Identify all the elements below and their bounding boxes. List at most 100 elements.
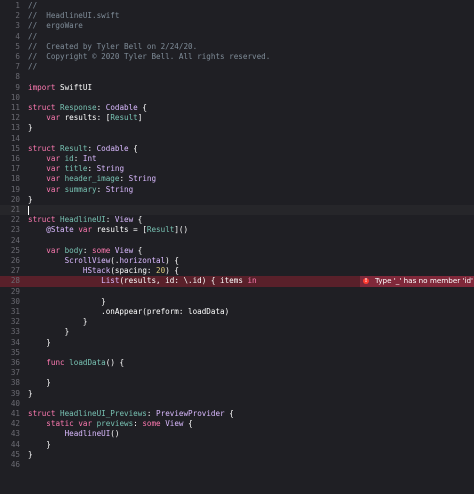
code-line[interactable]: 12 var results: [Result] [0, 113, 474, 123]
code-line[interactable]: 33 } [0, 327, 474, 337]
code-line[interactable]: 11 struct Response: Codable { [0, 103, 474, 113]
code-line[interactable]: 1 // [0, 1, 474, 11]
code-line[interactable]: 26 ScrollView(.horizontal) { [0, 256, 474, 266]
code-line[interactable]: 10 [0, 93, 474, 103]
line-number: 14 [10, 133, 20, 143]
code-text: HeadlineUI() [28, 429, 120, 439]
code-token: horizontal [119, 256, 166, 265]
code-token: String [96, 164, 125, 174]
line-number: 17 [10, 164, 20, 174]
code-line[interactable]: 7 // [0, 62, 474, 72]
code-token: HeadlineUI_Previews [60, 409, 147, 418]
code-line[interactable]: 39} [0, 389, 474, 399]
code-token: HStack [82, 266, 111, 276]
code-token: func [46, 358, 65, 367]
code-line[interactable]: 32 } [0, 317, 474, 327]
code-line[interactable]: 21 [0, 205, 474, 215]
code-token: summary [64, 184, 97, 194]
line-number: 22 [10, 215, 20, 225]
code-line[interactable]: 40 [0, 399, 474, 409]
code-line[interactable]: 20} [0, 195, 474, 205]
code-editor[interactable]: 1 // 2 // HeadlineUI.swift 3 // ergoWare 4 // 5 /… [0, 0, 474, 494]
code-line[interactable]: 28 List(results, id: \.id) { items in! Ty… [0, 276, 474, 287]
code-line[interactable]: 31 .onAppear(preform: loadData) [0, 307, 474, 317]
code-token: var [78, 225, 93, 235]
code-token: HeadlineUI [64, 429, 111, 439]
code-text: } [28, 440, 51, 450]
code-line[interactable]: 2 // HeadlineUI.swift [0, 11, 474, 21]
code-line[interactable]: 24 [0, 236, 474, 246]
code-line[interactable]: 5 // Created by Tyler Bell on 2/24/20. [0, 42, 474, 52]
code-token: results = [ [92, 225, 147, 235]
code-line[interactable]: 25 var body: some View { [0, 246, 474, 256]
code-line[interactable]: 44 } [0, 440, 474, 450]
line-number: 4 [15, 31, 20, 41]
code-line[interactable]: 29 [0, 287, 474, 297]
code-token: () { [105, 358, 125, 367]
line-number: 37 [10, 368, 20, 378]
line-number: 29 [10, 286, 20, 296]
code-line[interactable]: 45} [0, 450, 474, 460]
code-text: static var previews: some View { [28, 419, 192, 429]
code-line[interactable]: 17 var title: String [0, 164, 474, 174]
code-text: } [28, 378, 51, 388]
error-circle-icon: ! [363, 277, 369, 284]
code-line[interactable]: 43 HeadlineUI() [0, 429, 474, 439]
line-number: 24 [10, 235, 20, 245]
code-line[interactable]: 37 [0, 368, 474, 378]
code-line[interactable]: 16 var id: Int [0, 154, 474, 164]
code-line[interactable]: 27 HStack(spacing: 20) { [0, 266, 474, 276]
code-token: (results, id: \.id) { items [119, 276, 248, 286]
code-line[interactable]: 35 [0, 348, 474, 358]
code-token: struct [28, 143, 56, 153]
code-line[interactable]: 38 } [0, 378, 474, 388]
code-token: { [133, 245, 143, 255]
line-number: 11 [10, 103, 20, 112]
code-token: loadData [69, 358, 106, 367]
code-line[interactable]: 15 struct Result: Codable { [0, 144, 474, 154]
code-line[interactable]: 4 // [0, 32, 474, 42]
code-line[interactable]: 46 [0, 460, 474, 470]
code-text: struct HeadlineUI: View { [28, 215, 142, 225]
line-number: 9 [15, 82, 20, 92]
code-line[interactable]: 41 struct HeadlineUI_Previews: PreviewPro… [0, 409, 474, 419]
code-token: import [28, 82, 56, 92]
code-token: { [224, 409, 234, 418]
code-text: } [28, 297, 106, 307]
code-line[interactable]: 6 // Copyright © 2020 Tyler Bell. All rig… [0, 52, 474, 62]
code-token: var [46, 113, 61, 123]
error-badge[interactable]: ! Type '_' has no member 'id' [360, 276, 474, 287]
code-line[interactable]: 14 [0, 134, 474, 144]
code-line[interactable]: 13} [0, 123, 474, 133]
code-line[interactable]: 42 static var previews: some View { [0, 419, 474, 429]
line-number: 2 [15, 11, 20, 21]
line-number: 35 [10, 347, 20, 357]
code-line[interactable]: 36 func loadData() { [0, 358, 474, 368]
code-text: var body: some View { [28, 246, 142, 256]
code-line[interactable]: 34 } [0, 338, 474, 348]
line-number: 25 [10, 245, 20, 255]
line-number: 10 [10, 92, 20, 102]
code-line[interactable]: 18 var header_image: String [0, 174, 474, 184]
code-token: body [64, 245, 83, 255]
code-line[interactable]: 3 // ergoWare [0, 21, 474, 31]
code-line[interactable]: 30 } [0, 297, 474, 307]
code-token: : [105, 215, 115, 225]
line-number: 46 [10, 460, 20, 469]
line-number: 44 [10, 439, 20, 449]
code-line[interactable]: 9 import SwiftUI [0, 83, 474, 93]
code-line[interactable]: 8 [0, 72, 474, 82]
code-token: Codable [96, 143, 129, 153]
code-line[interactable]: 23 @State var results = [Result]() [0, 225, 474, 235]
code-token: title [64, 164, 88, 174]
code-line[interactable]: 19 var summary: String [0, 185, 474, 195]
code-token: // HeadlineUI.swift [28, 11, 120, 21]
line-number: 38 [10, 378, 20, 388]
line-number: 45 [10, 449, 20, 459]
code-line[interactable]: 22 struct HeadlineUI: View { [0, 215, 474, 225]
code-text: func loadData() { [28, 358, 124, 368]
code-text: } [28, 450, 33, 460]
